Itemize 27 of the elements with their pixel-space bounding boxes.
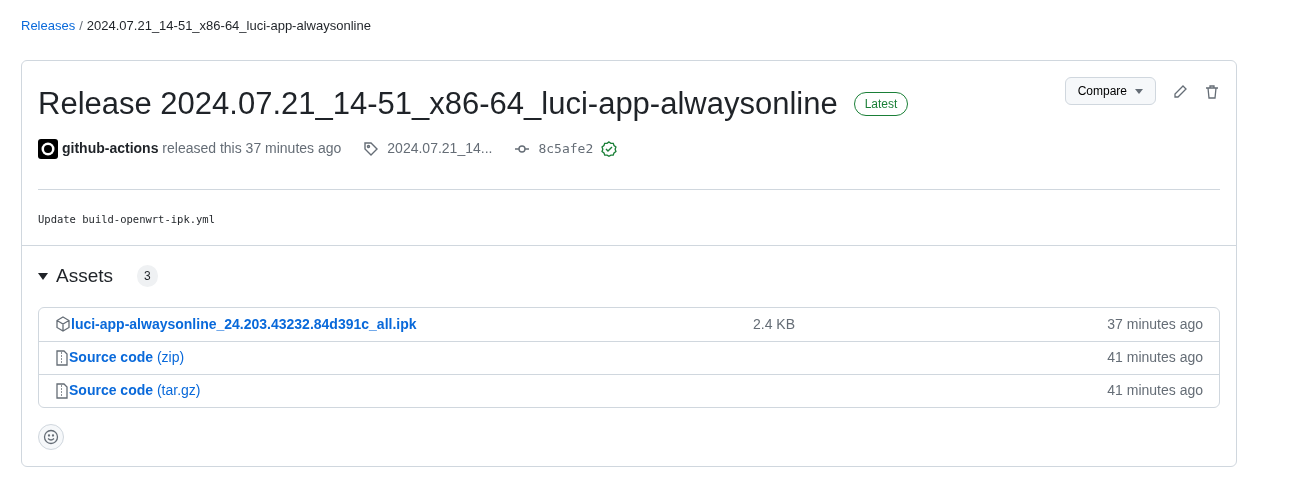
package-icon bbox=[55, 316, 71, 333]
zip-file-icon bbox=[55, 349, 69, 366]
file-size: 2.4 KB bbox=[753, 314, 797, 334]
tag-icon bbox=[363, 140, 380, 157]
zip-file-icon bbox=[55, 382, 69, 399]
compare-button[interactable]: Compare bbox=[1064, 77, 1156, 105]
release-notes: Update build-openwrt-ipk.yml bbox=[38, 213, 215, 226]
breadcrumb-current: 2024.07.21_14-51_x86-64_luci-app-alwaysonline bbox=[86, 17, 371, 36]
asset-count: 3 bbox=[137, 265, 158, 288]
breadcrumb-separator: / bbox=[79, 17, 83, 36]
emoji-reaction-button[interactable] bbox=[38, 423, 64, 450]
avatar-icon bbox=[38, 138, 58, 159]
caret-icon bbox=[1135, 88, 1143, 94]
breadcrumb-link[interactable]: Releases bbox=[21, 16, 76, 36]
release-info: github-actions released this 37 minutes ago bbox=[62, 139, 342, 159]
caret-icon[interactable] bbox=[38, 271, 48, 282]
source-code-link[interactable]: Source code (tar.gz) bbox=[69, 380, 201, 402]
source-code-link[interactable]: Source code (zip) bbox=[69, 347, 185, 369]
asset-link[interactable]: luci-app-alwaysonline_24.203.43232.84d391c_all.ipk bbox=[71, 313, 417, 335]
verified-icon bbox=[601, 140, 618, 157]
asset-time: 41 minutes ago bbox=[1106, 381, 1203, 401]
release-title: Release 2024.07.21_14-51_x86-64_luci-app-alwaysonline bbox=[38, 85, 838, 123]
asset-time: 37 minutes ago bbox=[1106, 314, 1203, 334]
asset-time: 41 minutes ago bbox=[1106, 348, 1203, 368]
tag-link[interactable]: 2024.07.21_14... bbox=[387, 138, 493, 160]
assets-heading[interactable]: Assets bbox=[56, 262, 114, 291]
commit-link[interactable]: 8c5afe2 bbox=[538, 138, 594, 159]
